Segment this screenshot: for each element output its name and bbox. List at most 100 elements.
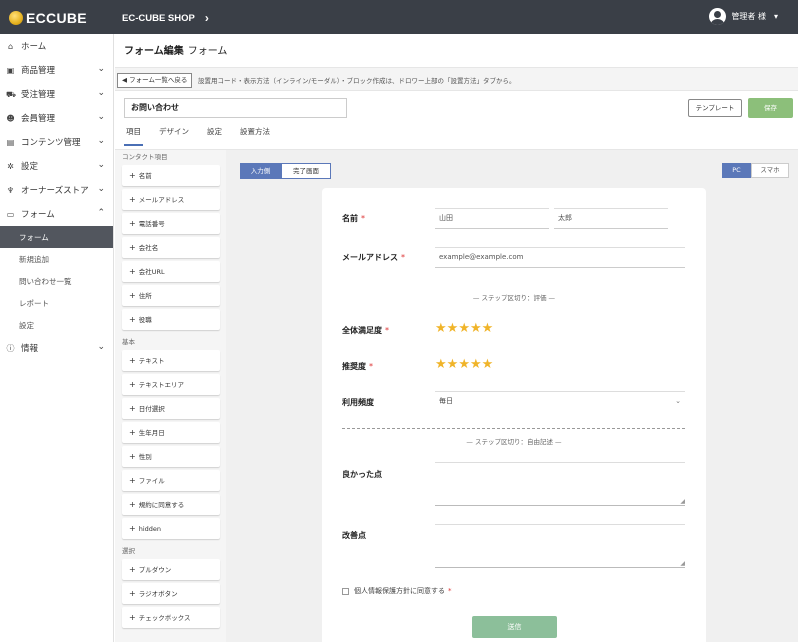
palette-item-company-url[interactable]: + 会社URL	[122, 261, 220, 282]
star-icon[interactable]: ★	[482, 322, 494, 335]
sidebar-item-home[interactable]: ⌂ ホーム	[0, 34, 113, 58]
user-menu[interactable]: 管理者 様 ▾	[709, 8, 778, 25]
overall-rating[interactable]: ★ ★ ★ ★ ★	[435, 322, 493, 335]
required-mark: *	[361, 214, 365, 223]
star-icon[interactable]: ★	[435, 358, 447, 371]
palette-category: 基本	[122, 338, 135, 346]
sidebar-sub-form[interactable]: フォーム	[0, 226, 113, 248]
palette-item-company[interactable]: + 会社名	[122, 237, 220, 258]
tab-settings[interactable]: 設定	[205, 126, 224, 146]
palette-item-checkbox[interactable]: + チェックボックス	[122, 607, 220, 628]
chevron-down-icon: ⌄	[97, 160, 105, 170]
mode-complete-button[interactable]: 完了画面	[281, 163, 331, 179]
editor-tabs: 項目 デザイン 設定 設置方法	[124, 126, 286, 146]
palette-item-label: hidden	[138, 525, 161, 533]
save-button[interactable]: 保存	[748, 98, 793, 118]
mode-input-button[interactable]: 入力側	[240, 163, 281, 179]
palette-item-phone[interactable]: + 電話番号	[122, 213, 220, 234]
chevron-down-icon: ⌄	[97, 342, 105, 352]
palette-item-radio[interactable]: + ラジオボタン	[122, 583, 220, 604]
shop-link[interactable]: EC-CUBE SHOP ›	[122, 11, 209, 25]
palette-item-agree[interactable]: + 規約に同意する	[122, 494, 220, 515]
tab-install[interactable]: 設置方法	[238, 126, 272, 146]
required-mark: *	[401, 253, 405, 262]
star-icon[interactable]: ★	[458, 358, 470, 371]
palette-item-textarea[interactable]: + テキストエリア	[122, 374, 220, 395]
palette-item-label: 名前	[138, 172, 152, 180]
sidebar-item-info[interactable]: ⓘ 情報 ⌄	[0, 336, 113, 360]
step-divider	[342, 428, 685, 429]
usage-select[interactable]: 毎日 ⌄	[435, 391, 685, 412]
sidebar-item-products[interactable]: ▣ 商品管理 ⌄	[0, 58, 113, 82]
palette-item-text[interactable]: + テキスト	[122, 350, 220, 371]
palette-item-name[interactable]: + 名前	[122, 165, 220, 186]
sidebar: ⌂ ホーム ▣ 商品管理 ⌄ ⛟ 受注管理 ⌄ ☻ 会員管理 ⌄ ▤ コンテンツ…	[0, 34, 114, 642]
sidebar-item-label: フォーム	[21, 210, 55, 220]
sidebar-item-label: 商品管理	[21, 66, 56, 76]
email-input[interactable]: example@example.com	[435, 247, 685, 268]
chevron-right-icon: ›	[204, 11, 209, 25]
info-bar: ◀ フォーム一覧へ戻る 設置用コード・表示方法（インライン/モーダル）・ブロック…	[115, 67, 798, 91]
submit-button[interactable]: 送信	[472, 616, 557, 638]
plug-icon: ♆	[6, 185, 15, 195]
file-icon: ▤	[6, 137, 15, 147]
recommend-rating[interactable]: ★ ★ ★ ★ ★	[435, 358, 493, 371]
device-pc-button[interactable]: PC	[722, 163, 751, 178]
required-mark: *	[385, 326, 389, 335]
palette-item-label: テキストエリア	[138, 381, 185, 389]
sidebar-item-settings[interactable]: ✲ 設定 ⌄	[0, 154, 113, 178]
sidebar-item-owners-store[interactable]: ♆ オーナーズストア ⌄	[0, 178, 113, 202]
improve-textarea[interactable]: ◢	[435, 524, 685, 568]
star-icon[interactable]: ★	[482, 358, 494, 371]
resize-handle-icon[interactable]: ◢	[680, 561, 685, 567]
palette-item-pulldown[interactable]: + プルダウン	[122, 559, 220, 580]
box-icon: ▣	[6, 65, 15, 75]
palette-item-position[interactable]: + 役職	[122, 309, 220, 330]
name-label-text: 名前	[342, 214, 358, 223]
palette-item-hidden[interactable]: + hidden	[122, 518, 220, 539]
star-icon[interactable]: ★	[470, 358, 482, 371]
star-icon[interactable]: ★	[458, 322, 470, 335]
palette-item-label: 生年月日	[138, 429, 165, 437]
tab-design[interactable]: デザイン	[157, 126, 191, 146]
sidebar-sub-inquiries[interactable]: 問い合わせ一覧	[0, 270, 113, 292]
back-to-list-button[interactable]: ◀ フォーム一覧へ戻る	[117, 73, 193, 88]
resize-handle-icon[interactable]: ◢	[680, 499, 685, 505]
agree-row[interactable]: 個人情報保護方針に同意する *	[342, 586, 452, 596]
plus-icon: +	[129, 267, 136, 276]
agree-checkbox[interactable]	[342, 587, 349, 595]
sidebar-sub-settings[interactable]: 設定	[0, 314, 113, 336]
star-icon[interactable]: ★	[447, 358, 459, 371]
sidebar-item-form[interactable]: ▭ フォーム ⌃	[0, 202, 113, 226]
plus-icon: +	[129, 404, 136, 413]
good-points-textarea[interactable]: ◢	[435, 462, 685, 506]
sidebar-item-customers[interactable]: ☻ 会員管理 ⌄	[0, 106, 113, 130]
star-icon[interactable]: ★	[447, 322, 459, 335]
sidebar-sub-report[interactable]: レポート	[0, 292, 113, 314]
step-separator-label: — ステップ区切り：評価 —	[472, 294, 556, 302]
field-palette: コンタクト項目 + 名前 + メールアドレス + 電話番号 + 会社名 + 会社URL +…	[115, 150, 226, 642]
star-icon[interactable]: ★	[435, 322, 447, 335]
page-title: フォーム編集 フォーム	[124, 42, 227, 57]
plus-icon: +	[129, 291, 136, 300]
chevron-up-icon: ⌃	[97, 208, 105, 218]
palette-item-label: 役職	[138, 316, 152, 324]
star-icon[interactable]: ★	[470, 322, 482, 335]
palette-item-address[interactable]: + 住所	[122, 285, 220, 306]
sidebar-sub-new[interactable]: 新規追加	[0, 248, 113, 270]
palette-item-birthday[interactable]: + 生年月日	[122, 422, 220, 443]
palette-item-file[interactable]: + ファイル	[122, 470, 220, 491]
first-name-input[interactable]: 太郎	[554, 208, 668, 229]
tab-fields[interactable]: 項目	[124, 126, 143, 146]
logo[interactable]: ECCUBE	[9, 10, 87, 26]
palette-item-date[interactable]: + 日付選択	[122, 398, 220, 419]
palette-item-gender[interactable]: + 性別	[122, 446, 220, 467]
palette-item-email[interactable]: + メールアドレス	[122, 189, 220, 210]
last-name-input[interactable]: 山田	[435, 208, 549, 229]
template-button[interactable]: テンプレート	[688, 99, 742, 117]
device-sp-button[interactable]: スマホ	[751, 163, 789, 178]
form-name-input[interactable]: お問い合わせ	[124, 98, 347, 118]
chevron-down-icon: ⌄	[97, 88, 105, 98]
sidebar-item-orders[interactable]: ⛟ 受注管理 ⌄	[0, 82, 113, 106]
sidebar-item-contents[interactable]: ▤ コンテンツ管理 ⌄	[0, 130, 113, 154]
